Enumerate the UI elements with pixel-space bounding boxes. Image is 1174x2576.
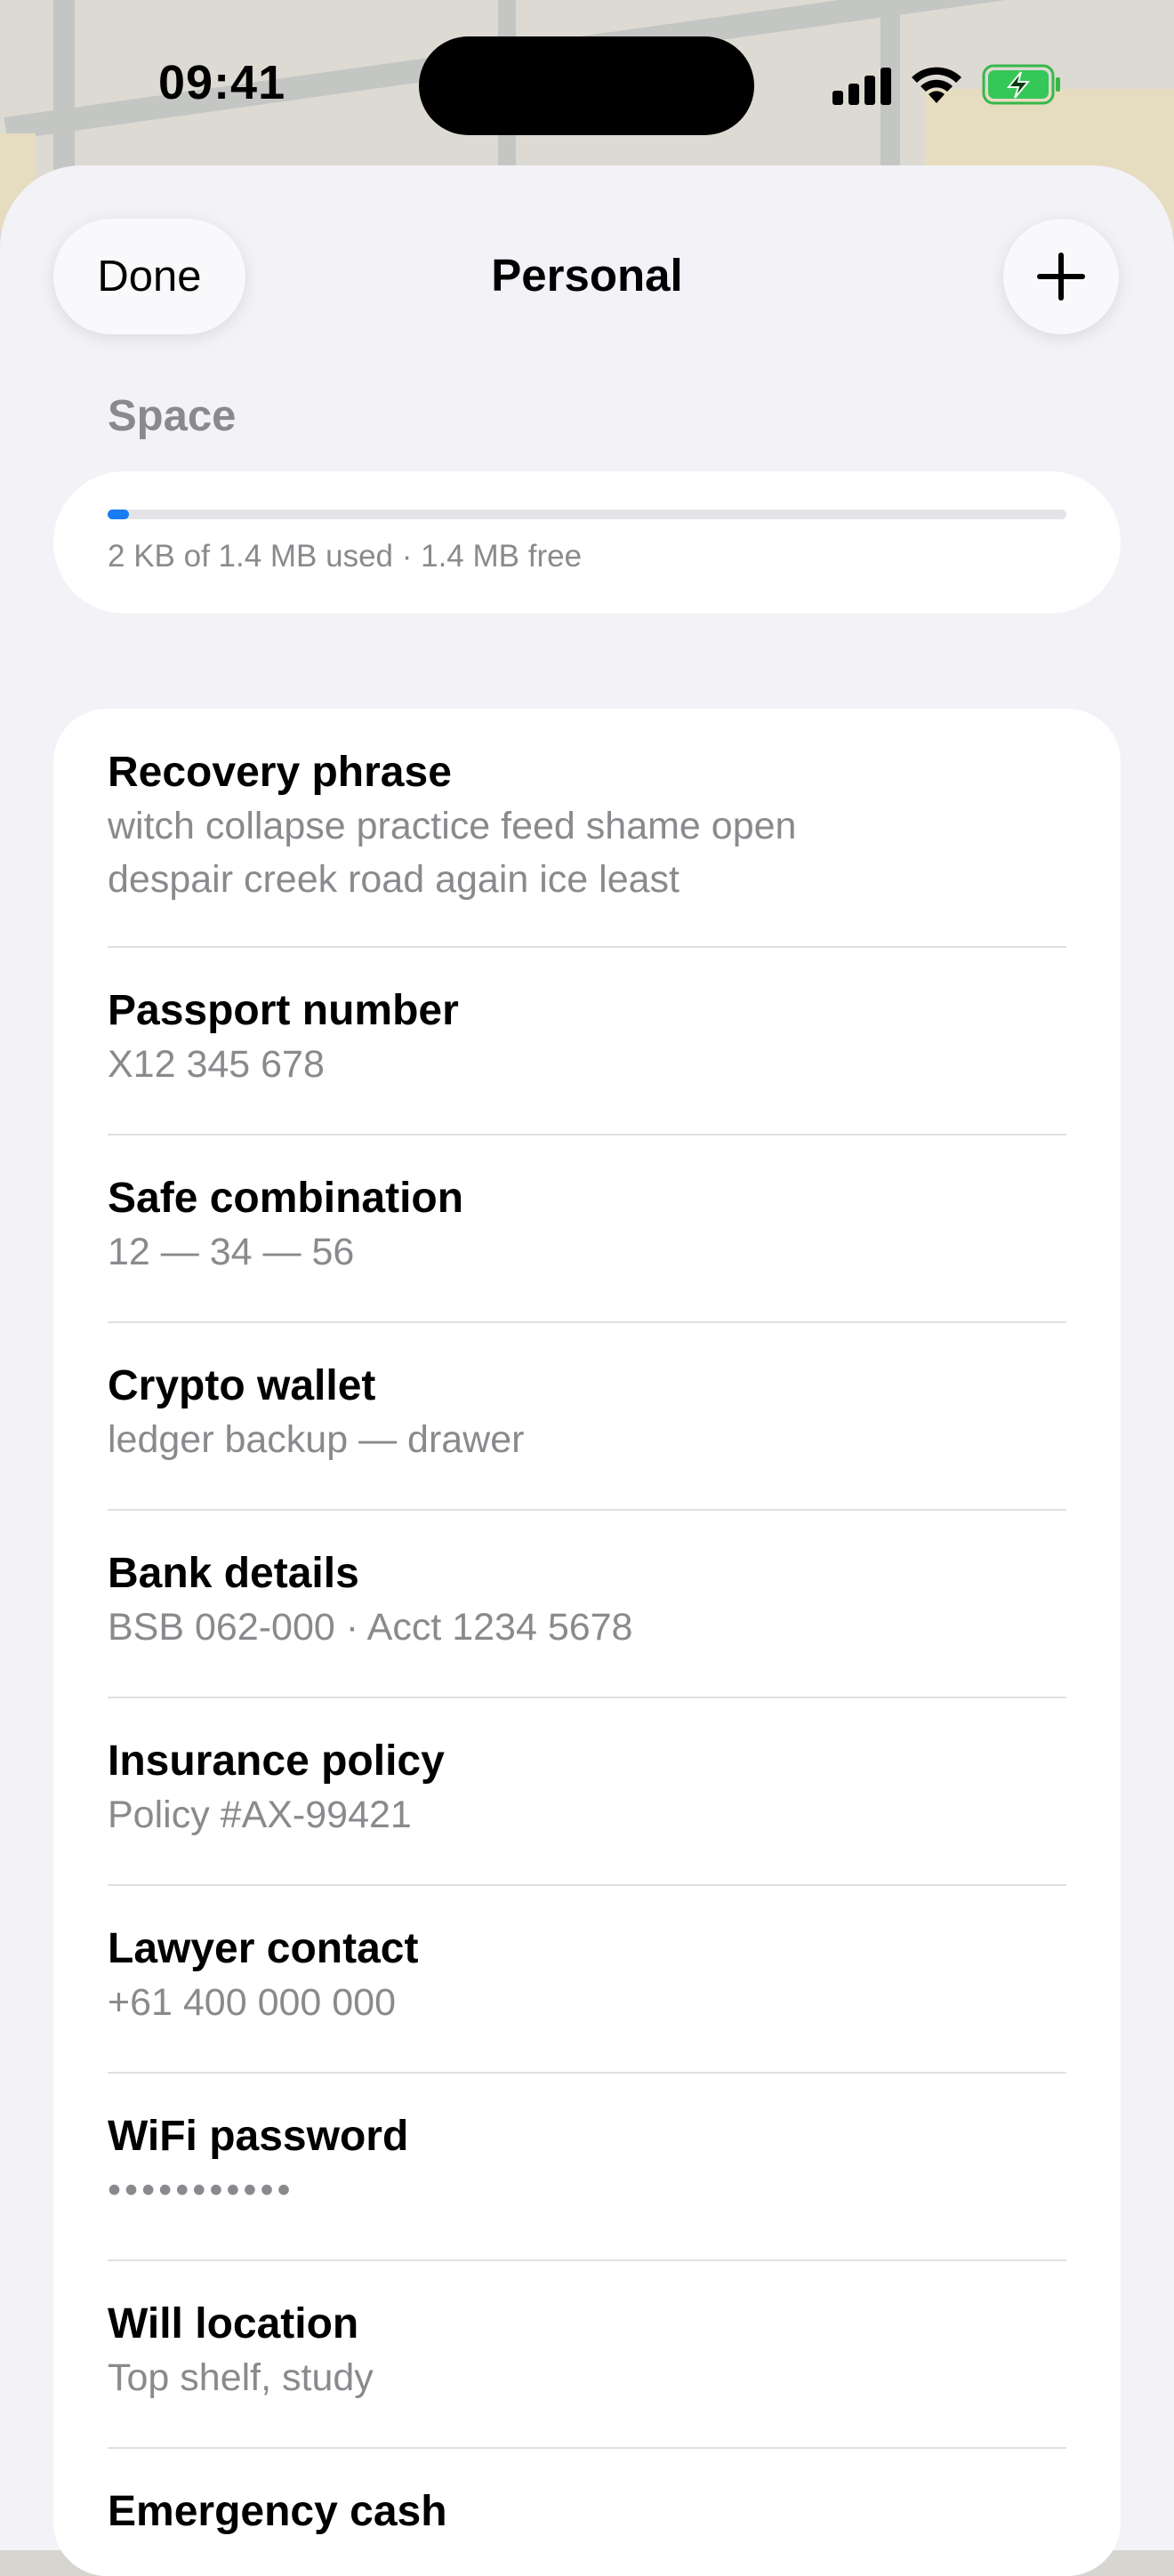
add-button[interactable] [1003,219,1119,334]
item-subtitle: Policy #AX-99421 [108,1794,412,1836]
space-section-label: Space [108,392,237,440]
storage-progress-bar [108,510,1066,519]
item-subtitle: BSB 062-000 · Acct 1234 5678 [108,1606,633,1649]
divider [108,946,1066,948]
item-title: Insurance policy [108,1737,445,1785]
item-title: Will location [108,2300,359,2347]
item-title: Recovery phrase [108,749,452,796]
list-item-wifi-password[interactable]: WiFi password ••••••••••• [108,2110,1066,2217]
list-item-lawyer-contact[interactable]: Lawyer contact +61 400 000 000 [108,1922,1066,2029]
item-title: Safe combination [108,1175,464,1222]
item-title: Bank details [108,1550,359,1597]
divider [108,1509,1066,1511]
item-subtitle: ••••••••••• [108,2169,294,2211]
storage-usage-text: 2 KB of 1.4 MB used · 1.4 MB free [108,539,583,574]
divider [108,1697,1066,1698]
list-item-crypto-wallet[interactable]: Crypto wallet ledger backup — drawer [108,1360,1066,1466]
wifi-icon [912,67,961,103]
item-title: Crypto wallet [108,1362,376,1409]
item-subtitle: ledger backup — drawer [108,1418,525,1461]
item-title: WiFi password [108,2113,409,2160]
divider [108,1884,1066,1886]
item-subtitle: Top shelf, study [108,2356,374,2399]
list-item-safe-combination[interactable]: Safe combination 12 — 34 — 56 [108,1172,1066,1279]
list-item-bank-details[interactable]: Bank details BSB 062-000 · Acct 1234 567… [108,1547,1066,1654]
status-bar: 09:41 [0,0,1174,169]
page-title: Personal [491,250,683,301]
item-title: Passport number [108,987,459,1034]
list-item-passport-number[interactable]: Passport number X12 345 678 [108,984,1066,1091]
item-subtitle: 12 — 34 — 56 [108,1231,355,1273]
item-subtitle: X12 345 678 [108,1043,325,1086]
list-item-emergency-cash[interactable]: Emergency cash [108,2485,1066,2539]
list-item-insurance-policy[interactable]: Insurance policy Policy #AX-99421 [108,1735,1066,1842]
divider [108,2259,1066,2261]
divider [108,1321,1066,1323]
items-list: Recovery phrase witch collapse practice … [53,709,1121,2576]
divider [108,1134,1066,1136]
storage-card: 2 KB of 1.4 MB used · 1.4 MB free [53,471,1121,614]
divider [108,2072,1066,2074]
cellular-signal-icon [832,66,893,105]
list-item-will-location[interactable]: Will location Top shelf, study [108,2298,1066,2404]
battery-charging-icon [982,64,1060,105]
item-title: Lawyer contact [108,1925,419,1972]
divider [108,2447,1066,2449]
dynamic-island [419,36,754,135]
item-subtitle: +61 400 000 000 [108,1981,397,2024]
status-time: 09:41 [158,56,286,109]
item-title: Emergency cash [108,2488,447,2535]
list-item-recovery-phrase[interactable]: Recovery phrase witch collapse practice … [108,746,1066,906]
item-subtitle: witch collapse practice feed shame open … [108,805,797,901]
storage-progress-fill [108,510,129,519]
